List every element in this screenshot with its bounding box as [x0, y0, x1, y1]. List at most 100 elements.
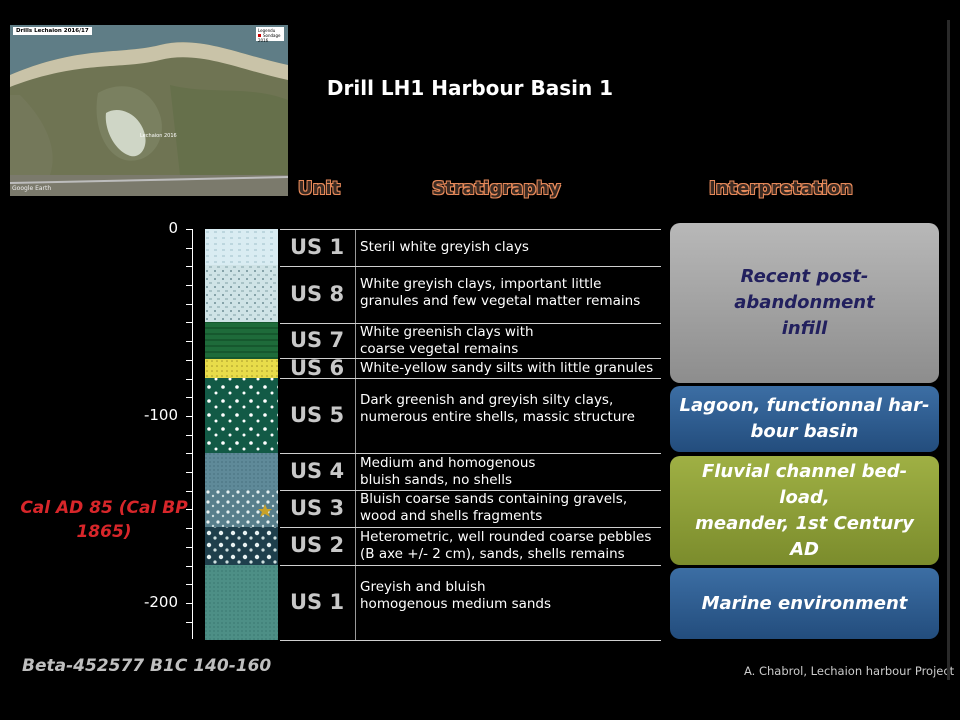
layer-fill-us6 — [205, 359, 278, 378]
depth-tick — [186, 435, 192, 436]
row-separator — [280, 229, 661, 230]
layer-description-line: wood and shells fragments — [360, 508, 543, 524]
depth-tick — [186, 547, 192, 548]
layer-description-line: White-yellow sandy silts with little gra… — [360, 360, 654, 376]
map-drill-label: Lechaion 2016 — [140, 133, 177, 139]
page-title: Drill LH1 Harbour Basin 1 — [326, 76, 614, 100]
depth-tick — [186, 248, 192, 249]
layer-description-line: Bluish coarse sands containing gravels, — [360, 491, 628, 507]
layer-description-line: numerous entire shells, massic structure — [360, 409, 635, 425]
depth-tick — [186, 397, 192, 398]
depth-tick — [186, 472, 192, 473]
sample-reference: Beta-452577 B1C 140-160 — [22, 656, 272, 676]
map-watermark: Google Earth — [12, 185, 52, 192]
depth-tick — [186, 622, 192, 623]
unit-label: US 2 — [290, 533, 345, 557]
row-separator — [280, 565, 661, 566]
depth-tick — [186, 360, 192, 361]
column-header-stratigraphy: Stratigraphy — [432, 178, 561, 199]
layer-description-line: White greenish clays with — [360, 324, 534, 340]
interpretation-marine: Marine environment — [670, 568, 939, 639]
map-legend: Legendu Sondage 2016 — [256, 27, 284, 43]
column-header-unit: Unit — [298, 178, 341, 199]
layer-description: White greyish clays, important little gra… — [360, 276, 640, 310]
depth-tick — [186, 266, 192, 267]
layer-description-line: homogenous medium sands — [360, 596, 552, 612]
unit-label: US 7 — [290, 327, 345, 352]
right-edge-bar — [947, 20, 950, 680]
row-separator — [280, 266, 661, 267]
unit-label: US 1 — [290, 234, 345, 259]
map-title: Drills Lechaion 2016/17 — [13, 27, 92, 35]
depth-label-200: -200 — [143, 593, 178, 611]
interpretation-lagoon: Lagoon, functionnal har-bour basin — [670, 386, 939, 452]
interpretation-marine-line1: Marine environment — [701, 592, 908, 614]
interpretation-infill-line1: Recent post-abandonment — [734, 266, 875, 313]
layer-description: Steril white greyish clays — [360, 239, 529, 256]
layer-description-line: coarse vegetal remains — [360, 341, 519, 357]
layer-description-line: granules and few vegetal matter remains — [360, 293, 641, 309]
layer-fill-us7 — [205, 322, 278, 359]
dating-result: Cal AD 85 (Cal BP 1865) — [14, 496, 194, 544]
column-header-interpretation: Interpretation — [709, 178, 853, 199]
map-legend-item: Sondage 2016 — [258, 33, 282, 43]
unit-column-divider — [355, 229, 356, 640]
interpretation-fluvial-line2: meander, 1st Century AD — [695, 512, 914, 560]
depth-tick — [186, 453, 192, 454]
unit-label: US 3 — [290, 495, 345, 520]
layer-description-line: White greyish clays, important little — [360, 276, 602, 292]
dating-line2: 1865) — [76, 522, 132, 542]
unit-label: US 1 — [290, 589, 345, 614]
depth-label-100: -100 — [143, 406, 178, 424]
layer-fill-us8 — [205, 265, 278, 322]
interpretation-lagoon-line1: Lagoon, functionnal har- — [679, 395, 930, 416]
map-legend-item-label: Sondage 2016 — [258, 33, 281, 43]
layer-fill-us1-bottom — [205, 565, 278, 640]
depth-label-0: 0 — [168, 219, 178, 237]
row-separator — [280, 378, 661, 379]
layer-fill-us4 — [205, 453, 278, 490]
layer-description-line: (B axe +/- 2 cm), sands, shells remains — [360, 546, 625, 562]
depth-tick — [186, 341, 192, 342]
legend-marker-icon — [258, 34, 261, 37]
aerial-map-image — [10, 25, 288, 196]
interpretation-infill: Recent post-abandonment infill — [670, 223, 939, 383]
interpretation-infill-line2: infill — [781, 318, 828, 339]
unit-label: US 8 — [290, 281, 345, 306]
lithology-column — [205, 229, 278, 640]
depth-tick — [186, 379, 192, 380]
layer-description: White greenish clays with coarse vegetal … — [360, 324, 534, 358]
layer-description-line: Heterometric, well rounded coarse pebble… — [360, 529, 652, 545]
layer-description: Heterometric, well rounded coarse pebble… — [360, 529, 651, 563]
depth-axis — [192, 229, 193, 639]
row-separator-bottom — [280, 640, 661, 641]
unit-label: US 6 — [290, 356, 345, 380]
layer-description-line: Dark greenish and greyish silty clays, — [360, 392, 614, 408]
layer-fill-us1-top — [205, 229, 278, 265]
dating-line1: Cal AD 85 (Cal BP — [20, 498, 188, 518]
unit-label: US 4 — [290, 458, 345, 483]
unit-label: US 5 — [290, 402, 345, 427]
layer-fill-us2 — [205, 527, 278, 565]
layer-description: Bluish coarse sands containing gravels, w… — [360, 491, 627, 525]
depth-tick — [186, 566, 192, 567]
aerial-map-inset: Drills Lechaion 2016/17 Legendu Sondage … — [10, 25, 288, 196]
layer-description-line: Greyish and bluish — [360, 579, 486, 595]
depth-tick — [186, 584, 192, 585]
layer-description: Dark greenish and greyish silty clays, nu… — [360, 392, 635, 426]
layer-description-line: bluish sands, no shells — [360, 472, 513, 488]
depth-tick — [186, 322, 192, 323]
depth-tick — [186, 491, 192, 492]
interpretation-lagoon-line2: bour basin — [750, 421, 859, 442]
layer-description-line: Steril white greyish clays — [360, 239, 529, 255]
depth-tick — [186, 229, 192, 230]
layer-description: Greyish and bluish homogenous medium sand… — [360, 579, 551, 613]
row-separator — [280, 453, 661, 454]
depth-tick — [186, 416, 192, 417]
layer-description: Medium and homogenous bluish sands, no sh… — [360, 455, 535, 489]
layer-description-line: Medium and homogenous — [360, 455, 536, 471]
layer-fill-us5 — [205, 378, 278, 453]
interpretation-fluvial-line1: Fluvial channel bed-load, — [701, 460, 908, 508]
depth-tick — [186, 304, 192, 305]
depth-tick — [186, 603, 192, 604]
